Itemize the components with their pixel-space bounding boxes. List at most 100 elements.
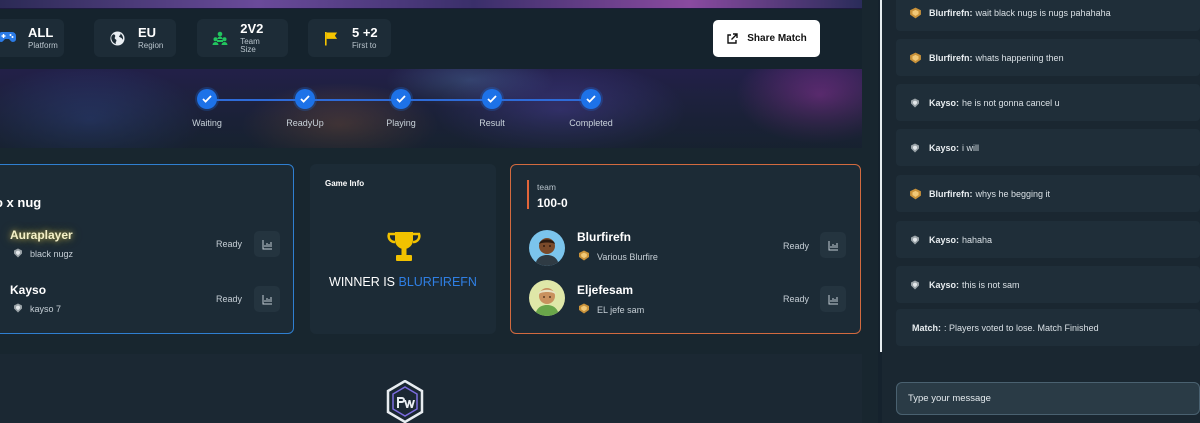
player-subname-text: Various Blurfire bbox=[597, 251, 658, 262]
silver-rank-icon bbox=[13, 303, 23, 315]
avatar bbox=[529, 230, 565, 266]
player-subname: black nugz bbox=[13, 248, 73, 260]
gold-rank-icon bbox=[578, 250, 590, 263]
check-icon bbox=[391, 89, 411, 109]
chat-text: wait black nugs is nugs pahahaha bbox=[975, 7, 1111, 18]
globe-icon bbox=[108, 29, 126, 47]
team-size-label: Team Size bbox=[240, 37, 260, 54]
chat-message-input[interactable] bbox=[896, 382, 1200, 415]
winner-text: WINNER IS BLURFIREFN bbox=[310, 275, 496, 289]
player-name: Kayso bbox=[10, 283, 47, 297]
player-name: Auraplayer bbox=[10, 228, 73, 242]
player-row: Blurfirefn Various Blurfire Ready bbox=[511, 227, 860, 267]
ready-status: Ready bbox=[216, 294, 243, 304]
player-subname: kayso 7 bbox=[13, 303, 61, 315]
silver-rank-icon bbox=[907, 98, 923, 108]
chat-author: Blurfirefn: bbox=[929, 52, 973, 63]
step-label: Waiting bbox=[192, 118, 222, 128]
share-match-label: Share Match bbox=[747, 33, 807, 44]
player-subname: EL jefe sam bbox=[578, 303, 644, 316]
chat-text: whys he begging it bbox=[975, 188, 1051, 199]
player-stats-button[interactable] bbox=[820, 232, 846, 258]
winner-name: BLURFIREFN bbox=[398, 275, 477, 289]
chart-icon bbox=[828, 240, 838, 250]
player-name: Eljefesam bbox=[577, 283, 634, 297]
chat-author: Blurfirefn: bbox=[929, 188, 973, 199]
share-match-button[interactable]: Share Match bbox=[713, 20, 820, 57]
player-subname-text: black nugz bbox=[30, 249, 74, 259]
share-icon bbox=[727, 32, 738, 44]
player-name: Blurfirefn bbox=[577, 230, 631, 244]
region-label: Region bbox=[138, 41, 164, 50]
platform-label: Platform bbox=[28, 41, 58, 50]
step-label: Playing bbox=[386, 118, 416, 128]
gamepad-icon bbox=[0, 29, 16, 47]
first-to-value: 5 +2 bbox=[352, 25, 378, 40]
team-size-chip: 2V2 Team Size bbox=[197, 19, 288, 57]
first-to-label: First to bbox=[352, 41, 377, 50]
team-score: 100-0 bbox=[537, 196, 568, 210]
platform-chip: ALL Platform bbox=[0, 19, 64, 57]
chat-message: Blurfirefn: whats happening then bbox=[896, 39, 1200, 76]
step-label: Completed bbox=[569, 118, 613, 128]
chat-author: Kayso: bbox=[929, 142, 960, 153]
chat-text: whats happening then bbox=[975, 52, 1064, 63]
chat-text: hahaha bbox=[962, 234, 993, 245]
chat-author: Kayso: bbox=[929, 279, 960, 290]
ready-status: Ready bbox=[783, 294, 810, 304]
chat-author: Kayso: bbox=[929, 234, 960, 245]
chat-message: Kayso: i will bbox=[896, 129, 1200, 166]
check-icon bbox=[482, 89, 502, 109]
player-subname: Various Blurfire bbox=[578, 250, 658, 263]
avatar bbox=[529, 280, 565, 316]
chat-text: i will bbox=[962, 142, 980, 153]
game-info-title: Game Info bbox=[325, 179, 365, 188]
step-result: Result bbox=[452, 89, 532, 128]
player-subname-text: kayso 7 bbox=[30, 304, 62, 314]
step-readyup: ReadyUp bbox=[265, 89, 345, 128]
left-team-name: o x nug bbox=[0, 195, 42, 210]
team-accent-bar bbox=[527, 180, 529, 209]
chart-icon bbox=[828, 294, 838, 304]
gold-rank-icon bbox=[907, 7, 923, 19]
team-size-value: 2V2 bbox=[240, 21, 264, 36]
flag-icon bbox=[322, 29, 340, 47]
player-row: Eljefesam EL jefe sam Ready bbox=[511, 280, 860, 320]
chat-message: Kayso: hahaha bbox=[896, 221, 1200, 258]
gold-rank-icon bbox=[907, 52, 923, 64]
chat-message: Blurfirefn: whys he begging it bbox=[896, 175, 1200, 212]
step-waiting: Waiting bbox=[167, 89, 247, 128]
silver-rank-icon bbox=[13, 248, 23, 260]
silver-rank-icon bbox=[907, 235, 923, 245]
match-info-bar: ALL Platform EU Region 2V2 Team Size 5 +2 Fi… bbox=[0, 9, 862, 69]
chat-author: Kayso: bbox=[929, 97, 960, 108]
system-author: Match: bbox=[912, 322, 941, 333]
left-team-card: o x nug Auraplayer black nugz Ready Kays… bbox=[0, 164, 294, 334]
site-logo-icon bbox=[386, 380, 424, 423]
region-chip: EU Region bbox=[94, 19, 176, 57]
team-icon bbox=[211, 29, 228, 47]
trophy-icon bbox=[387, 232, 421, 261]
chat-panel: Blurfirefn: wait black nugs is nugs paha… bbox=[882, 0, 1200, 423]
player-stats-button[interactable] bbox=[820, 286, 846, 312]
player-subname-text: EL jefe sam bbox=[597, 304, 645, 315]
chat-message: Blurfirefn: wait black nugs is nugs paha… bbox=[896, 0, 1200, 31]
player-row: Kayso kayso 7 Ready bbox=[0, 280, 293, 320]
game-info-card: Game Info WINNER IS BLURFIREFN bbox=[310, 164, 496, 334]
silver-rank-icon bbox=[907, 143, 923, 153]
first-to-chip: 5 +2 First to bbox=[308, 19, 391, 57]
region-value: EU bbox=[138, 25, 157, 40]
player-stats-button[interactable] bbox=[254, 286, 280, 312]
match-main: ALL Platform EU Region 2V2 Team Size 5 +2 Fi… bbox=[0, 0, 878, 423]
system-text: : Players voted to lose. Match Finished bbox=[944, 322, 1099, 333]
player-stats-button[interactable] bbox=[254, 231, 280, 257]
team-label: team bbox=[537, 182, 556, 192]
chart-icon bbox=[262, 239, 272, 249]
step-completed: Completed bbox=[551, 89, 631, 128]
silver-rank-icon bbox=[907, 280, 923, 290]
chart-icon bbox=[262, 294, 272, 304]
check-icon bbox=[581, 89, 601, 109]
check-icon bbox=[295, 89, 315, 109]
chat-message: Kayso: this is not sam bbox=[896, 266, 1200, 303]
step-label: Result bbox=[479, 118, 505, 128]
